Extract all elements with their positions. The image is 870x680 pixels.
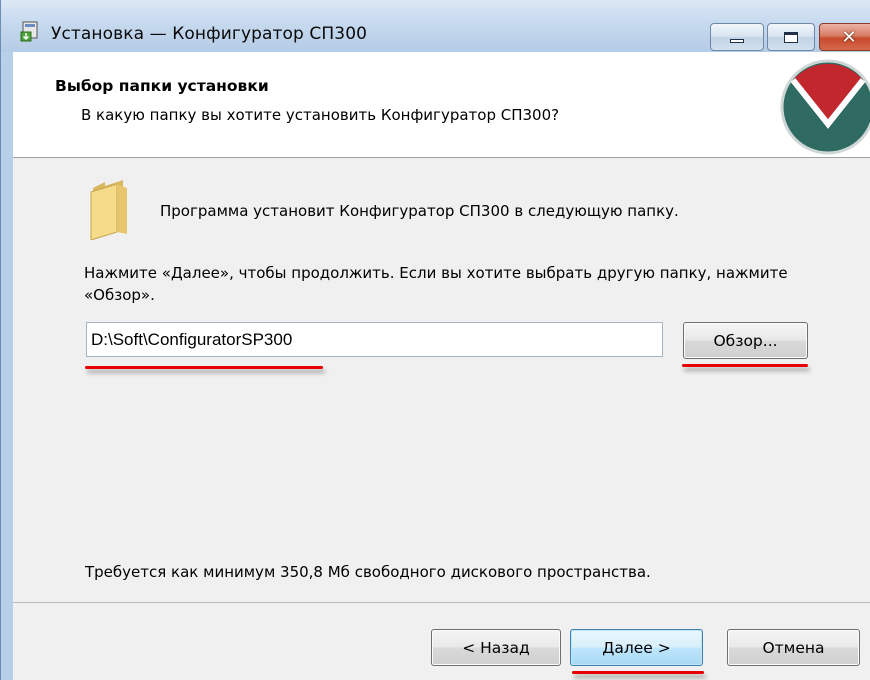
page-subtitle: В какую папку вы хотите установить Конфи… — [81, 106, 560, 124]
hint-text: Нажмите «Далее», чтобы продолжить. Если … — [84, 264, 788, 304]
installer-icon — [20, 21, 38, 42]
close-icon: ✕ — [841, 26, 857, 48]
install-path-input[interactable] — [86, 322, 663, 357]
disk-space-text: Требуется как минимум 350,8 Мб свободног… — [85, 563, 651, 581]
next-underline-annotation — [572, 671, 704, 674]
browse-button[interactable]: Обзор... — [683, 322, 808, 359]
info-text: Программа установит Конфигуратор СП300 в… — [160, 202, 679, 220]
path-underline-annotation — [85, 366, 323, 369]
company-logo — [780, 59, 870, 155]
title-bar[interactable]: Установка — Конфигуратор СП300 ✕ — [1, 0, 870, 52]
cancel-button[interactable]: Отмена — [727, 629, 860, 666]
close-button[interactable]: ✕ — [819, 23, 870, 51]
browse-underline-annotation — [682, 364, 808, 367]
maximize-button[interactable] — [767, 23, 815, 51]
page-title: Выбор папки установки — [55, 77, 269, 95]
wizard-content: Программа установит Конфигуратор СП300 в… — [13, 158, 870, 602]
wizard-footer: < Назад Далее > Отмена — [13, 602, 870, 680]
installer-window: Установка — Конфигуратор СП300 ✕ Выбор п… — [0, 0, 870, 680]
folder-icon — [90, 180, 127, 240]
minimize-icon — [730, 39, 744, 43]
minimize-button[interactable] — [710, 23, 764, 51]
back-button[interactable]: < Назад — [431, 629, 561, 666]
wizard-header: Выбор папки установки В какую папку вы х… — [13, 52, 870, 158]
window-title: Установка — Конфигуратор СП300 — [51, 24, 368, 44]
maximize-icon — [784, 31, 798, 43]
next-button[interactable]: Далее > — [570, 629, 703, 666]
